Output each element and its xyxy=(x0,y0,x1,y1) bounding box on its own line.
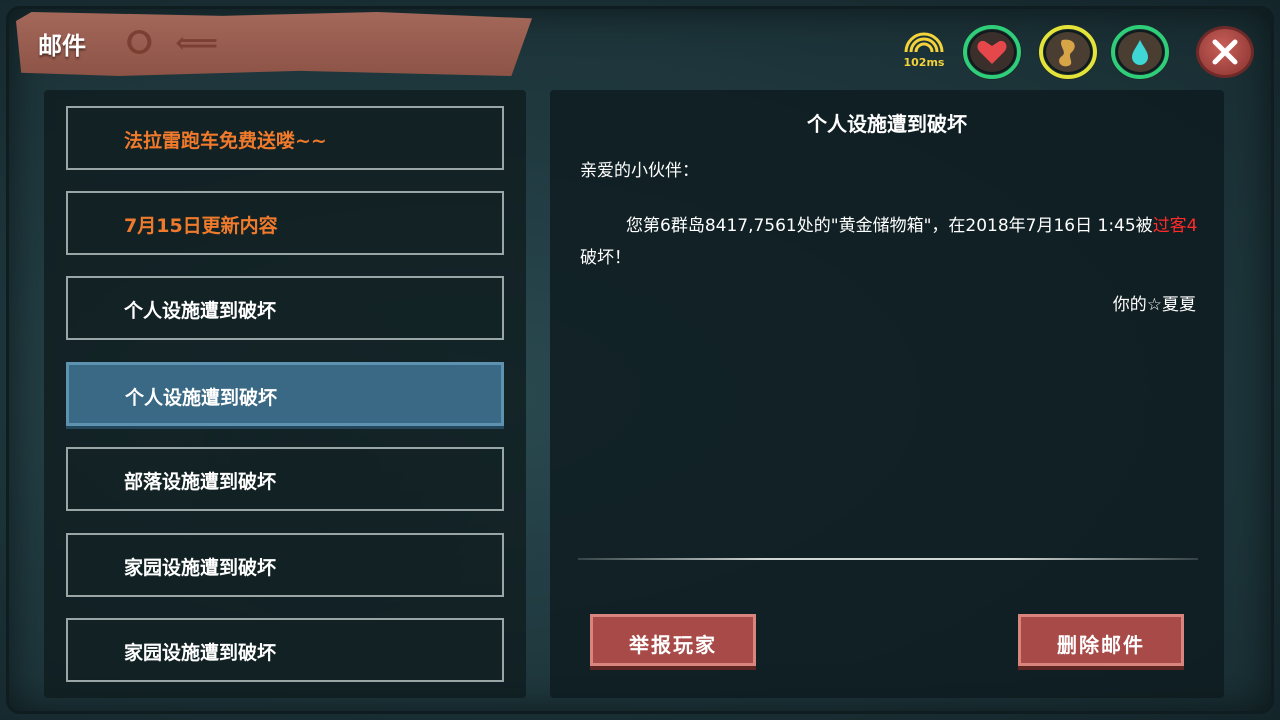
water-drop-icon xyxy=(1132,40,1148,65)
mail-body: 您第6群岛8417,7561处的"黄金储物箱"，在2018年7月16日 1:45… xyxy=(580,210,1200,274)
mail-item-label: 家园设施遭到破坏 xyxy=(124,642,277,664)
wifi-signal-icon xyxy=(904,32,944,53)
banner-decoration-icon: ⵔ ⟸ xyxy=(126,26,225,61)
mail-item-label: 个人设施遭到破坏 xyxy=(124,300,277,322)
mail-screen: ⵔ ⟸ 邮件 102ms 法拉雷跑车免费送喽~~ 7月15日更新内容 个人设施遭… xyxy=(0,0,1280,720)
mail-list-item-selected[interactable]: 个人设施遭到破坏 xyxy=(66,362,504,426)
report-player-label: 举报玩家 xyxy=(629,633,717,657)
mail-title: 个人设施遭到破坏 xyxy=(807,112,967,136)
mail-list-item[interactable]: 家园设施遭到破坏 xyxy=(66,618,504,682)
mail-greeting: 亲爱的小伙伴： xyxy=(580,161,699,181)
close-button[interactable] xyxy=(1196,26,1254,78)
mail-list-item[interactable]: 部落设施遭到破坏 xyxy=(66,447,504,511)
mail-body-prefix: 您第6群岛8417,7561处的"黄金储物箱"，在2018年7月16日 1:45… xyxy=(626,216,1153,236)
heart-icon xyxy=(977,40,1007,64)
ping-value: 102ms xyxy=(903,56,945,69)
window-title: 邮件 xyxy=(38,32,86,60)
hunger-meter xyxy=(1038,24,1098,80)
stomach-icon xyxy=(1059,39,1075,67)
report-player-button[interactable]: 举报玩家 xyxy=(590,614,756,666)
mail-item-label: 家园设施遭到破坏 xyxy=(124,557,277,579)
title-banner: ⵔ ⟸ xyxy=(16,12,532,76)
network-ping: 102ms xyxy=(896,32,952,72)
attacker-name: 过客4 xyxy=(1152,216,1198,236)
water-meter xyxy=(1110,24,1170,80)
health-meter xyxy=(962,24,1022,80)
mail-list-item[interactable]: 法拉雷跑车免费送喽~~ xyxy=(66,106,504,170)
mail-content-panel xyxy=(550,90,1224,698)
content-divider xyxy=(578,558,1198,560)
mail-item-label: 法拉雷跑车免费送喽~~ xyxy=(124,130,327,152)
delete-mail-button[interactable]: 删除邮件 xyxy=(1018,614,1184,666)
close-icon xyxy=(1212,39,1238,65)
mail-item-label: 个人设施遭到破坏 xyxy=(125,387,278,409)
delete-mail-label: 删除邮件 xyxy=(1057,633,1145,657)
mail-signature: 你的☆夏夏 xyxy=(1112,295,1196,315)
mail-list-item[interactable]: 7月15日更新内容 xyxy=(66,191,504,255)
mail-item-label: 部落设施遭到破坏 xyxy=(124,471,277,493)
mail-item-label: 7月15日更新内容 xyxy=(124,215,278,237)
mail-list-item[interactable]: 个人设施遭到破坏 xyxy=(66,276,504,340)
mail-body-suffix: 破坏！ xyxy=(580,248,631,268)
mail-list-item[interactable]: 家园设施遭到破坏 xyxy=(66,533,504,597)
